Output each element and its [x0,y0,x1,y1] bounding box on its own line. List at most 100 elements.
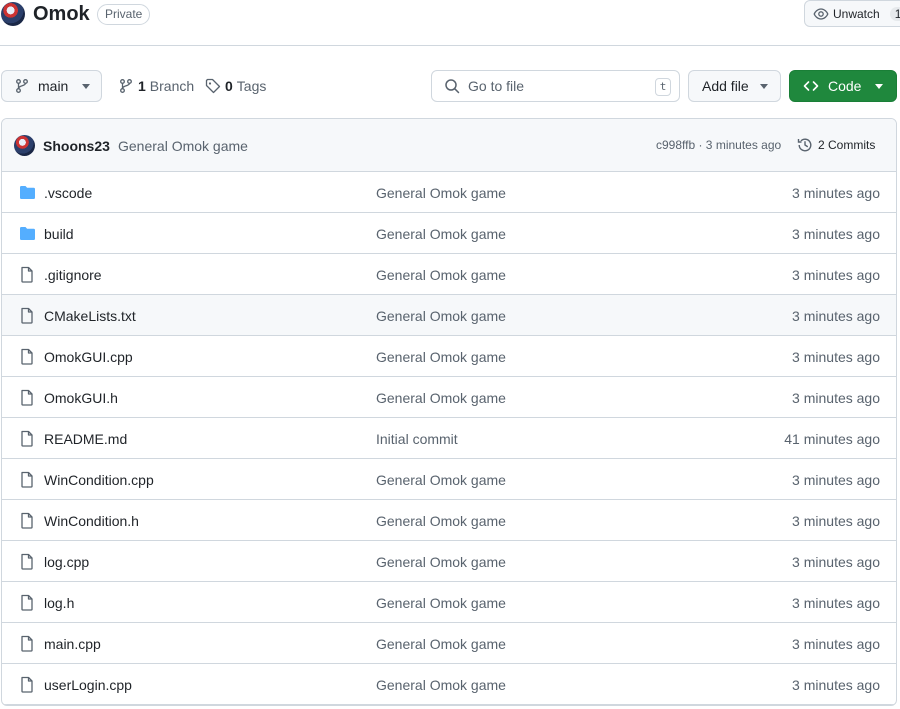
file-commit-time: 3 minutes ago [792,554,880,570]
file-name-link[interactable]: userLogin.cpp [44,677,132,693]
file-name-link[interactable]: log.cpp [44,554,89,570]
file-icon [19,471,35,491]
git-branch-icon [120,79,132,93]
commits-history-link[interactable]: 2 Commits [797,137,875,153]
commit-author[interactable]: Shoons23 [43,138,110,154]
tags-link[interactable]: 0 Tags [205,78,266,94]
file-commit-message[interactable]: General Omok game [376,226,506,242]
file-icon [19,553,35,573]
commit-author-avatar[interactable] [14,135,35,156]
latest-commit-bar: Shoons23 General Omok game c998ffb · 3 m… [2,119,896,172]
owner-avatar[interactable] [1,2,25,26]
file-commit-time: 3 minutes ago [792,185,880,201]
commit-hash-time[interactable]: c998ffb · 3 minutes ago [656,138,781,152]
file-icon [19,635,35,655]
file-row[interactable]: main.cpp General Omok game 3 minutes ago [2,623,896,664]
visibility-badge: Private [97,4,151,25]
tag-count-label: Tags [236,78,267,94]
file-row[interactable]: log.cpp General Omok game 3 minutes ago [2,541,896,582]
folder-icon [19,185,36,203]
branch-selector[interactable]: main [1,70,102,102]
file-commit-time: 3 minutes ago [792,267,880,283]
file-row[interactable]: .vscode General Omok game 3 minutes ago [2,172,896,213]
file-commit-message[interactable]: General Omok game [376,677,506,693]
search-icon [445,79,460,94]
file-row[interactable]: log.h General Omok game 3 minutes ago [2,582,896,623]
file-row[interactable]: OmokGUI.h General Omok game 3 minutes ago [2,377,896,418]
file-commit-time: 3 minutes ago [792,349,880,365]
file-name-link[interactable]: build [44,226,74,242]
caret-down-icon [875,84,883,89]
file-row[interactable]: WinCondition.h General Omok game 3 minutes… [2,500,896,541]
file-commit-message[interactable]: General Omok game [376,636,506,652]
branch-name: main [38,78,69,94]
file-row[interactable]: WinCondition.cpp General Omok game 3 minut… [2,459,896,500]
eye-icon [813,7,829,20]
folder-icon [19,226,36,244]
file-row[interactable]: build General Omok game 3 minutes ago [2,213,896,254]
go-to-file-input[interactable]: Go to file t [431,70,680,102]
file-row[interactable]: OmokGUI.cpp General Omok game 3 minutes ag… [2,336,896,377]
branches-link[interactable]: 1 Branch [118,78,194,94]
file-name-link[interactable]: OmokGUI.h [44,390,118,406]
file-icon [19,389,35,409]
file-commit-message[interactable]: General Omok game [376,595,506,611]
history-icon [797,138,812,152]
file-commit-message[interactable]: Initial commit [376,431,458,447]
file-commit-time: 41 minutes ago [784,431,880,447]
search-placeholder: Go to file [468,78,525,94]
add-file-button[interactable]: Add file [688,70,781,102]
file-name-link[interactable]: CMakeLists.txt [44,308,136,324]
file-commit-message[interactable]: General Omok game [376,554,506,570]
file-row[interactable]: README.md Initial commit 41 minutes ago [2,418,896,459]
file-row[interactable]: userLogin.cpp General Omok game 3 minutes … [2,664,896,705]
file-icon [19,512,35,532]
file-icon [19,348,35,368]
repo-name[interactable]: Omok [33,2,90,26]
commits-count: 2 Commits [818,138,876,152]
file-name-link[interactable]: WinCondition.cpp [44,472,154,488]
unwatch-label: Unwatch [833,6,880,21]
file-browser: Shoons23 General Omok game c998ffb · 3 m… [1,118,897,706]
file-name-link[interactable]: .gitignore [44,267,102,283]
file-commit-time: 3 minutes ago [792,513,880,529]
git-branch-icon [16,79,28,93]
file-name-link[interactable]: main.cpp [44,636,101,652]
file-commit-message[interactable]: General Omok game [376,308,506,324]
file-commit-time: 3 minutes ago [792,308,880,324]
file-name-link[interactable]: log.h [44,595,74,611]
file-name-link[interactable]: README.md [44,431,127,447]
commit-message[interactable]: General Omok game [118,138,248,154]
code-label: Code [828,78,862,94]
code-icon [803,81,819,91]
file-name-link[interactable]: OmokGUI.cpp [44,349,133,365]
file-commit-time: 3 minutes ago [792,636,880,652]
branch-count: 1 [138,78,146,94]
file-commit-time: 3 minutes ago [792,390,880,406]
add-file-label: Add file [702,78,749,94]
file-row[interactable]: .gitignore General Omok game 3 minutes ago [2,254,896,295]
file-row[interactable]: CMakeLists.txt General Omok game 3 minutes… [2,295,896,336]
file-commit-time: 3 minutes ago [792,595,880,611]
file-commit-message[interactable]: General Omok game [376,349,506,365]
code-button[interactable]: Code [789,70,897,102]
file-commit-message[interactable]: General Omok game [376,185,506,201]
file-commit-message[interactable]: General Omok game [376,472,506,488]
file-icon [19,676,35,696]
keyboard-shortcut-hint: t [655,78,671,96]
file-name-link[interactable]: WinCondition.h [44,513,139,529]
file-commit-time: 3 minutes ago [792,677,880,693]
file-commit-message[interactable]: General Omok game [376,267,506,283]
file-icon [19,430,35,450]
file-commit-message[interactable]: General Omok game [376,390,506,406]
tag-count: 0 [225,78,233,94]
watch-count: 1 [889,6,900,21]
caret-down-icon [82,84,90,89]
unwatch-button[interactable]: Unwatch 1 [804,0,900,27]
repo-header: Omok Private Unwatch 1 [0,0,900,46]
file-name-link[interactable]: .vscode [44,185,92,201]
file-commit-message[interactable]: General Omok game [376,513,506,529]
tag-icon [205,78,221,94]
file-commit-time: 3 minutes ago [792,226,880,242]
branch-count-label: Branch [149,78,195,94]
